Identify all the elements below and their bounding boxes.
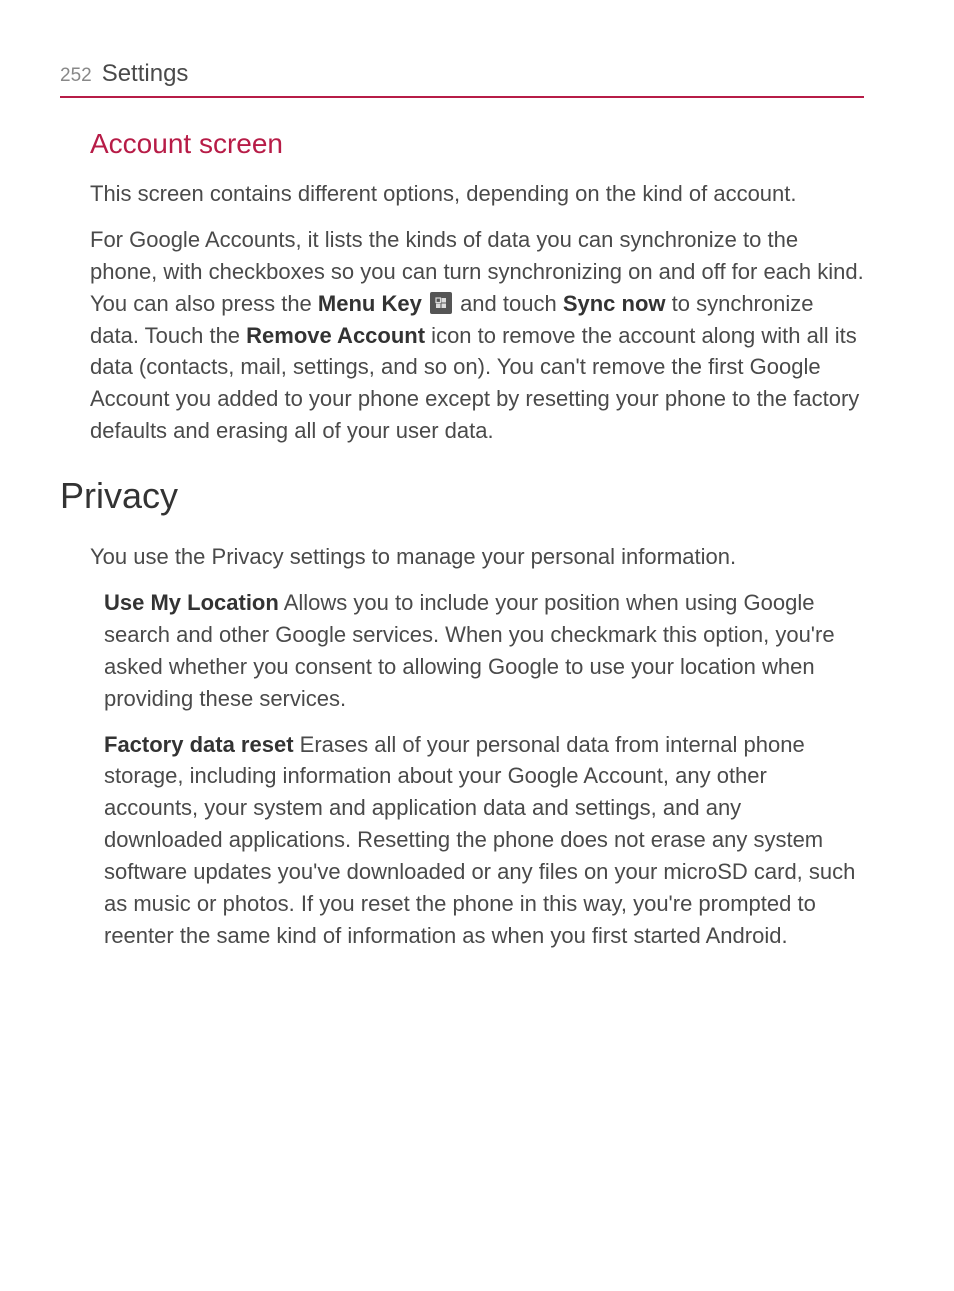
- privacy-heading: Privacy: [60, 475, 864, 517]
- header-title: Settings: [102, 60, 189, 88]
- para2-text-b: and touch: [454, 291, 563, 316]
- privacy-intro: You use the Privacy settings to manage y…: [90, 541, 864, 573]
- remove-account-label: Remove Account: [246, 323, 425, 348]
- use-my-location-label: Use My Location: [104, 590, 279, 615]
- menu-key-icon: [430, 292, 452, 314]
- page-number: 252: [60, 65, 92, 87]
- page-header: 252 Settings: [60, 60, 864, 98]
- menu-key-label: Menu Key: [318, 291, 422, 316]
- page-content: Account screen This screen contains diff…: [60, 128, 864, 952]
- factory-data-reset-text: Erases all of your personal data from in…: [104, 732, 855, 948]
- account-screen-para1: This screen contains different options, …: [90, 178, 864, 210]
- account-screen-heading: Account screen: [90, 128, 864, 160]
- sync-now-label: Sync now: [563, 291, 666, 316]
- account-screen-para2: For Google Accounts, it lists the kinds …: [90, 224, 864, 447]
- use-my-location-item: Use My Location Allows you to include yo…: [90, 587, 864, 715]
- factory-data-reset-item: Factory data reset Erases all of your pe…: [90, 729, 864, 952]
- factory-data-reset-label: Factory data reset: [104, 732, 294, 757]
